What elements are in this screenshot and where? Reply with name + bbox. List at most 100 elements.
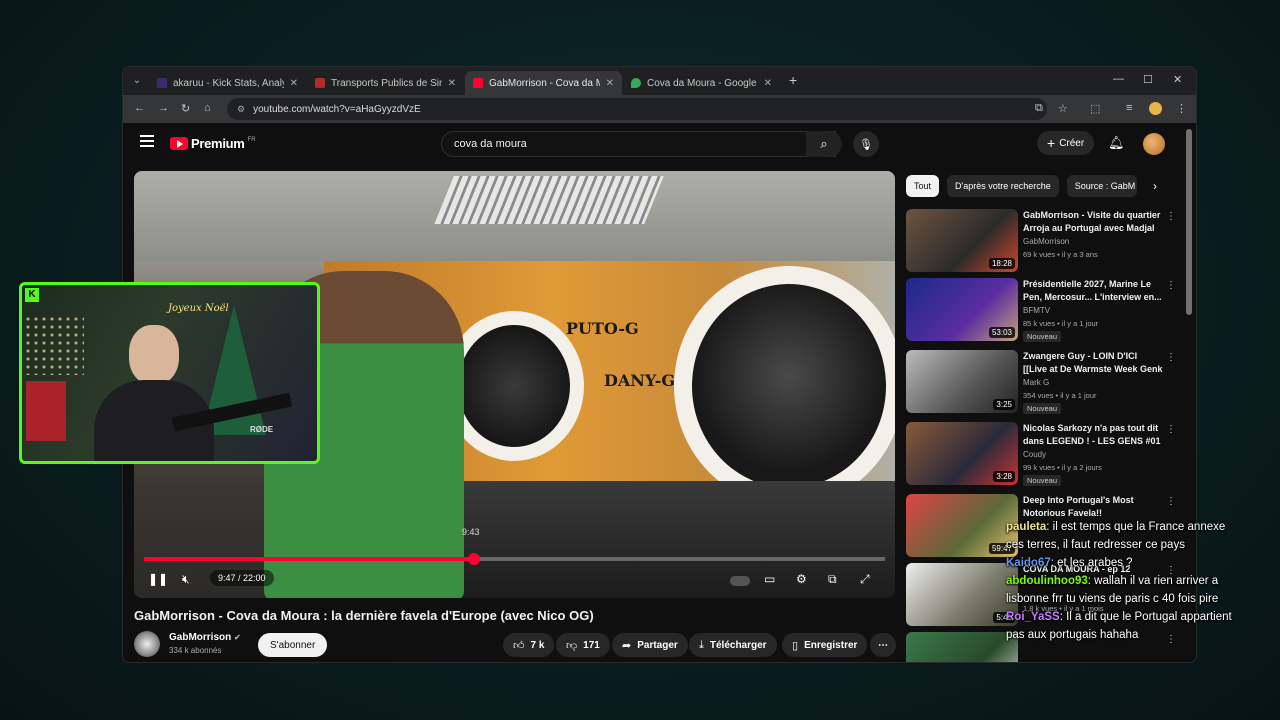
fullscreen-icon[interactable]: ⤢ [860, 572, 870, 587]
bookmark-star-icon[interactable]: ☆ [1058, 102, 1068, 115]
video-thumbnail[interactable]: 53:03 [906, 278, 1018, 341]
tab-search-button[interactable]: ⌄ [127, 71, 147, 91]
chevron-right-icon[interactable]: › [1153, 179, 1157, 193]
tab-sintra-transports[interactable]: Transports Publics de Sintra, Po ✕ [307, 71, 464, 95]
recommended-title[interactable]: GabMorrison - Visite du quartier Arroja … [1023, 209, 1163, 235]
video-thumbnail[interactable] [906, 632, 1018, 662]
tab-bar: ⌄ akaruu - Kick Stats, Analytics an ✕ Tr… [123, 67, 1196, 95]
window-close-button[interactable]: ✕ [1173, 73, 1182, 86]
stream-chat-overlay: pauleta: il est temps que la France anne… [1006, 518, 1236, 644]
reload-button[interactable]: ↻ [181, 102, 190, 115]
share-button[interactable]: ➦ Partager [612, 633, 688, 657]
recommended-title[interactable]: Zwangere Guy - LOIN D'ICI [[Live at De W… [1023, 350, 1163, 376]
search-button[interactable]: ⌕ [806, 131, 842, 157]
install-app-icon[interactable]: ⧉ [1035, 102, 1043, 115]
chat-username[interactable]: Roi_YaSS [1006, 611, 1060, 623]
mute-icon[interactable]: 🔇︎ [182, 572, 190, 587]
browser-menu-icon[interactable]: ⋮ [1176, 102, 1187, 115]
video-thumbnail[interactable]: 59:47 [906, 494, 1018, 557]
recommended-channel[interactable]: Mark G [1023, 378, 1049, 387]
chat-username[interactable]: Kaido67 [1006, 557, 1051, 569]
voice-search-button[interactable]: 🎙︎ [853, 131, 879, 157]
tab-google-maps[interactable]: Cova da Moura - Google Maps ✕ [623, 71, 780, 95]
save-button[interactable]: ▯ Enregistrer [782, 633, 868, 657]
autoplay-toggle[interactable] [730, 576, 750, 586]
recommended-channel[interactable]: BFMTV [1023, 306, 1050, 315]
close-icon[interactable]: ✕ [606, 78, 614, 89]
tab-kick-stats[interactable]: akaruu - Kick Stats, Analytics an ✕ [149, 71, 306, 95]
chat-username[interactable]: pauleta [1006, 521, 1046, 533]
subscribe-button[interactable]: S'abonner [258, 633, 328, 657]
progress-bar[interactable] [144, 553, 885, 565]
hamburger-menu-icon[interactable] [140, 135, 154, 147]
logo-text: Premium [191, 136, 245, 151]
recommended-title[interactable]: Nicolas Sarkozy n'a pas tout dit dans LE… [1023, 422, 1163, 448]
miniplayer-icon[interactable]: ⧉ [828, 572, 837, 587]
recommended-video[interactable]: 3:28 Nicolas Sarkozy n'a pas tout dit dan… [906, 422, 1176, 486]
chip-based-on-search[interactable]: D'après votre recherche [947, 175, 1059, 197]
close-icon[interactable]: ✕ [764, 78, 772, 89]
extensions-icon[interactable]: ⬚ [1090, 102, 1100, 115]
microphone-icon: 🎙︎ [859, 138, 873, 151]
recommended-channel[interactable]: Coudy [1023, 450, 1046, 459]
more-vertical-icon[interactable]: ⋮ [1166, 352, 1176, 363]
mural-text-left: PUTO-G [566, 319, 639, 338]
video-thumbnail[interactable]: 5:41 [906, 563, 1018, 626]
time-display: 9:47 / 22:00 [210, 570, 274, 586]
profile-avatar[interactable] [1149, 102, 1162, 115]
recommended-video[interactable]: 3:25 Zwangere Guy - LOIN D'ICI [[Live at … [906, 350, 1176, 414]
media-controls-icon[interactable]: ≡ [1126, 102, 1132, 114]
subtitles-icon[interactable]: ▭ [764, 572, 775, 586]
youtube-premium-logo[interactable]: Premium FR [170, 136, 256, 151]
close-icon[interactable]: ✕ [290, 78, 298, 89]
chat-text: : et les arabes ? [1050, 557, 1133, 569]
video-thumbnail[interactable]: 3:25 [906, 350, 1018, 413]
like-button[interactable]: 👍︎ 7 k [503, 633, 555, 657]
chat-message: abdoulinhoo93: wallah il va rien arriver… [1006, 572, 1236, 608]
close-icon[interactable]: ✕ [448, 78, 456, 89]
recommended-title[interactable]: Deep Into Portugal's Most Notorious Fave… [1023, 494, 1163, 520]
home-button[interactable]: ⌂ [204, 102, 211, 114]
new-tab-button[interactable]: + [789, 72, 797, 88]
more-vertical-icon[interactable]: ⋮ [1166, 280, 1176, 291]
maps-pin-icon [631, 78, 641, 88]
maximize-button[interactable]: ☐ [1143, 73, 1153, 86]
create-button[interactable]: + Créer [1037, 131, 1095, 155]
more-vertical-icon[interactable]: ⋮ [1166, 211, 1176, 222]
tab-youtube-video[interactable]: GabMorrison - Cova da Moura ✕ [465, 71, 622, 95]
search-input[interactable]: cova da moura ✕ [441, 131, 836, 157]
recommended-channel[interactable]: GabMorrison [1023, 237, 1069, 246]
site-info-icon[interactable]: ⚙ [237, 104, 245, 115]
dislike-button[interactable]: 👎︎ 171 [556, 633, 610, 657]
pause-icon[interactable]: ❚❚ [148, 572, 168, 586]
page-scrollbar[interactable] [1186, 129, 1192, 315]
more-vertical-icon[interactable]: ⋮ [1166, 424, 1176, 435]
account-avatar[interactable] [1143, 133, 1165, 155]
back-button[interactable]: ← [134, 102, 145, 114]
channel-name[interactable]: GabMorrison ✔ [169, 632, 241, 643]
download-icon: ⤓ [699, 638, 704, 651]
more-actions-button[interactable]: ⋯ [870, 633, 896, 657]
chip-source-channel[interactable]: Source : GabM [1066, 175, 1137, 197]
chip-all[interactable]: Tout [906, 175, 940, 197]
more-vertical-icon[interactable]: ⋮ [1166, 496, 1176, 507]
download-button[interactable]: ⤓ Télécharger [689, 633, 777, 657]
youtube-favicon-icon [473, 78, 483, 88]
filter-chips: Tout D'après votre recherche Source : Ga… [906, 175, 1137, 197]
video-title: GabMorrison - Cova da Moura : la dernièr… [134, 608, 594, 623]
notifications-bell-icon[interactable]: 🔔︎ [1108, 135, 1125, 151]
minimize-button[interactable]: — [1113, 73, 1124, 85]
recommended-video[interactable]: 18:28 GabMorrison - Visite du quartier Ar… [906, 209, 1176, 273]
url-field[interactable]: ⚙ youtube.com/watch?v=aHaGyyzdVzE [227, 98, 1047, 120]
tab-label: GabMorrison - Cova da Moura [489, 77, 600, 89]
settings-gear-icon[interactable]: ⚙ [796, 572, 807, 586]
video-thumbnail[interactable]: 18:28 [906, 209, 1018, 272]
recommended-video[interactable]: 53:03 Présidentielle 2027, Marine Le Pen,… [906, 278, 1176, 342]
channel-avatar[interactable] [134, 631, 160, 657]
chat-username[interactable]: abdoulinhoo93 [1006, 575, 1088, 587]
recommended-title[interactable]: Présidentielle 2027, Marine Le Pen, Merc… [1023, 278, 1163, 304]
progress-scrubber-handle[interactable] [467, 553, 480, 565]
forward-button[interactable]: → [158, 102, 169, 114]
video-frame-light [434, 176, 664, 224]
video-thumbnail[interactable]: 3:28 [906, 422, 1018, 485]
